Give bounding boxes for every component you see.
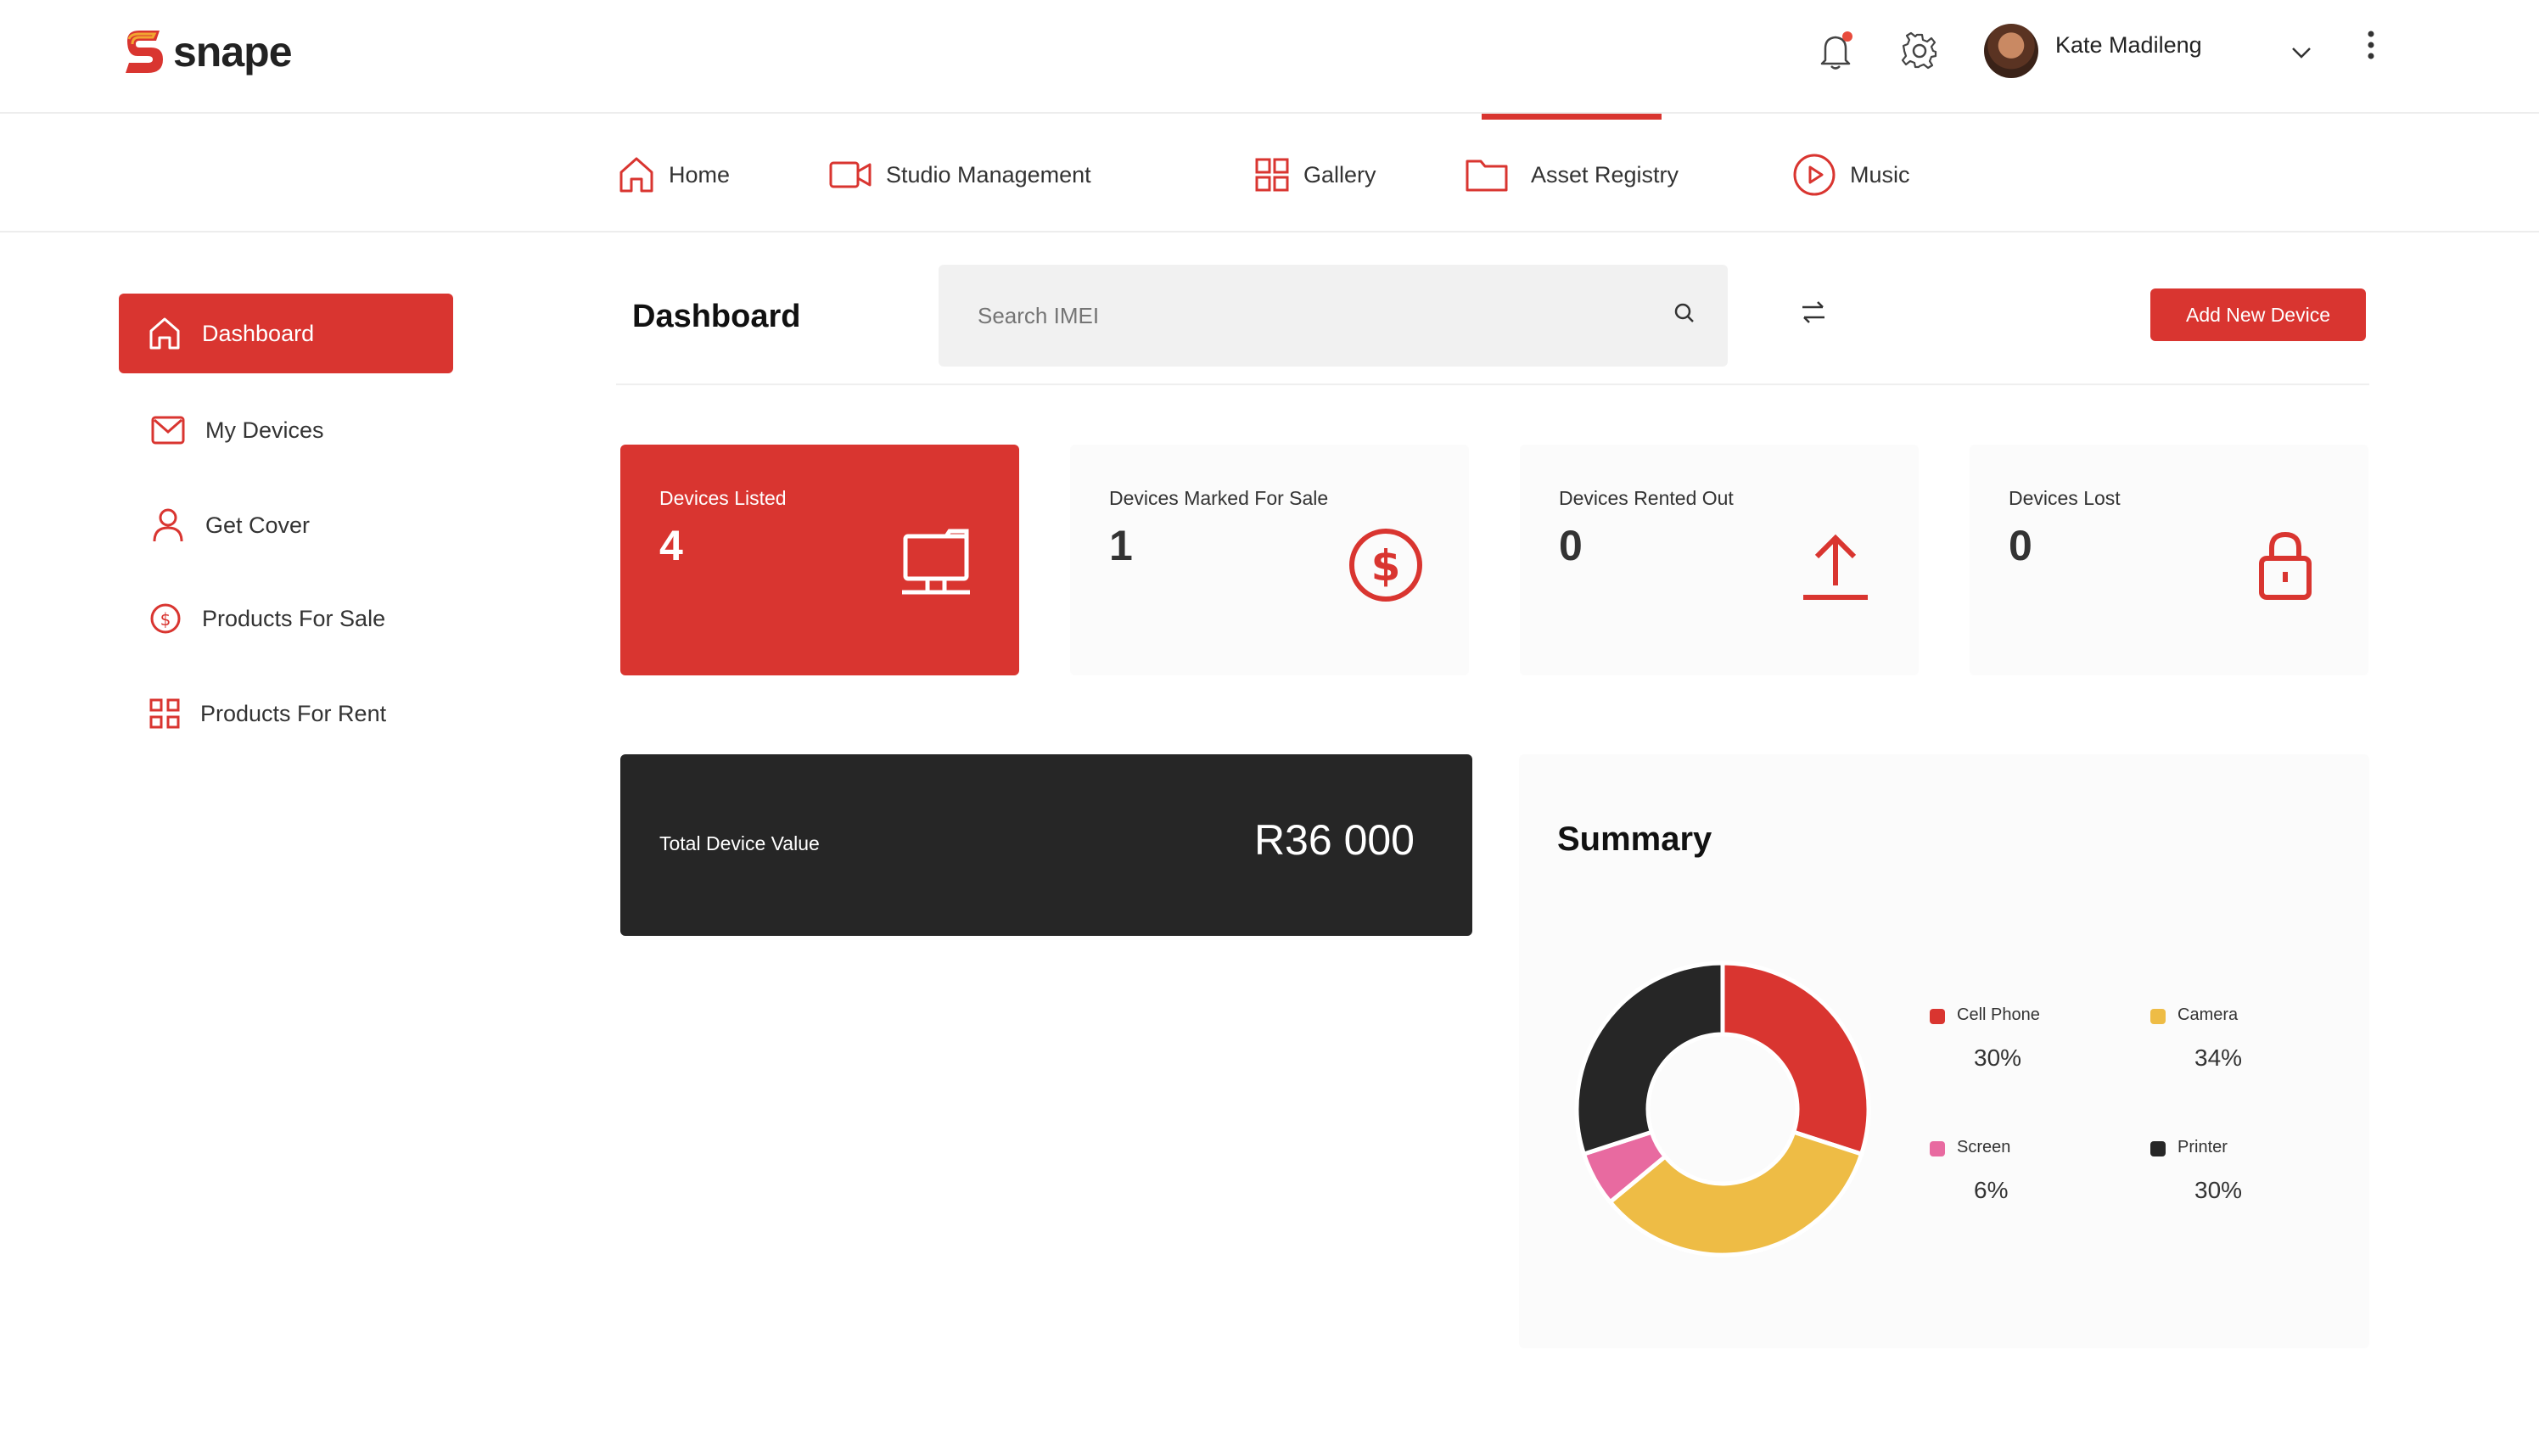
brand-name: snape: [173, 28, 293, 76]
legend-name: Camera: [2177, 1005, 2239, 1024]
home-icon: [149, 317, 180, 350]
legend-swatch: [2150, 1141, 2166, 1156]
legend-percent: 6%: [1974, 1177, 2009, 1203]
user-icon: [153, 508, 183, 542]
stat-value: 4: [659, 522, 683, 569]
legend-item-cell-phone: Cell Phone 30%: [1930, 1004, 2099, 1089]
stat-card-devices-lost[interactable]: Devices Lost 0: [1970, 445, 2368, 675]
logo-mark-icon: [126, 31, 163, 73]
nav-label: Home: [669, 161, 731, 188]
divider: [616, 384, 2369, 385]
total-value: R36 000: [1253, 816, 1415, 864]
sidebar-item-get-cover[interactable]: Get Cover: [119, 485, 453, 565]
stat-card-devices-listed[interactable]: Devices Listed 4: [620, 445, 1019, 675]
sidebar-item-products-for-rent[interactable]: Products For Rent: [119, 674, 453, 753]
stat-label: Devices Lost: [2009, 487, 2121, 509]
legend-percent: 30%: [2194, 1177, 2243, 1203]
svg-text:$: $: [1371, 541, 1401, 591]
legend-item-printer: Printer 30%: [2150, 1136, 2320, 1221]
stat-label: Devices Listed: [659, 487, 787, 509]
legend-item-screen: Screen 6%: [1930, 1136, 2099, 1221]
donut-slice-printer: [1574, 960, 1725, 1157]
app-page: snape Kate Madileng Home Studio Manageme…: [0, 0, 2539, 1456]
nav-label: Music: [1850, 161, 1910, 188]
donut-chart: [1574, 960, 1871, 1257]
kebab-menu-icon[interactable]: [2356, 27, 2386, 64]
top-bar: snape Kate Madileng: [0, 0, 2539, 114]
page-title: Dashboard: [632, 299, 801, 334]
legend-item-camera: Camera 34%: [2150, 1004, 2320, 1089]
legend-percent: 30%: [1974, 1044, 2022, 1071]
nav-label: Gallery: [1303, 161, 1376, 188]
sidebar-item-label: Products For Rent: [200, 700, 387, 726]
legend-swatch: [1930, 1141, 1945, 1156]
laptop-icon: [902, 529, 970, 595]
add-new-device-button[interactable]: Add New Device: [2150, 288, 2366, 341]
legend-percent: 34%: [2194, 1044, 2243, 1071]
stat-value: 0: [1559, 522, 1583, 569]
stat-value: 0: [2009, 522, 2032, 569]
sidebar-item-label: My Devices: [205, 417, 324, 443]
lock-icon: [2259, 531, 2312, 600]
legend-name: Screen: [1957, 1138, 2011, 1156]
stat-value: 1: [1109, 522, 1133, 569]
total-label: Total Device Value: [659, 832, 820, 854]
sidebar-item-label: Dashboard: [202, 320, 315, 346]
legend-swatch: [1930, 1009, 1945, 1024]
stat-label: Devices Rented Out: [1559, 487, 1734, 509]
sidebar-item-label: Products For Sale: [202, 605, 386, 631]
home-icon: [619, 157, 653, 193]
sidebar-item-my-devices[interactable]: My Devices: [119, 390, 453, 470]
nav-item-asset-registry[interactable]: Asset Registry: [1465, 148, 1679, 202]
swap-icon[interactable]: [1794, 294, 1833, 333]
nav-label: Asset Registry: [1531, 161, 1679, 188]
stat-card-devices-rented-out[interactable]: Devices Rented Out 0: [1520, 445, 1919, 675]
summary-title: Summary: [1557, 820, 1712, 858]
legend-name: Printer: [2177, 1138, 2228, 1156]
grid-icon: [1255, 158, 1289, 192]
upload-arrow-icon: [1803, 534, 1868, 600]
nav-item-studio-management[interactable]: Studio Management: [828, 148, 1091, 202]
stat-label: Devices Marked For Sale: [1109, 487, 1329, 509]
sidebar-item-products-for-sale[interactable]: $ Products For Sale: [119, 579, 453, 658]
legend-name: Cell Phone: [1957, 1005, 2040, 1024]
gear-icon: [1901, 31, 1937, 70]
main-nav: Home Studio Management Gallery Asset Reg…: [0, 114, 2539, 232]
folder-icon: [1466, 160, 1508, 192]
legend-swatch: [2150, 1009, 2166, 1024]
chevron-down-icon[interactable]: [2284, 36, 2318, 70]
sidebar-item-dashboard[interactable]: Dashboard: [119, 294, 453, 373]
grid-icon: [149, 698, 180, 729]
donut-slice-cell-phone: [1720, 960, 1871, 1157]
play-circle-icon: [1793, 154, 1836, 196]
avatar[interactable]: [1984, 24, 2038, 78]
search-icon[interactable]: [1672, 300, 1697, 326]
dollar-circle-icon: $: [150, 603, 181, 634]
nav-active-indicator: [1482, 114, 1662, 120]
video-camera-icon: [829, 161, 872, 188]
stat-card-devices-for-sale[interactable]: Devices Marked For Sale 1 $: [1070, 445, 1469, 675]
user-name[interactable]: Kate Madileng: [2055, 32, 2202, 59]
search-bar: [939, 265, 1728, 367]
nav-item-music[interactable]: Music: [1792, 148, 1910, 202]
dollar-circle-icon: $: [1349, 529, 1422, 602]
svg-text:$: $: [160, 609, 171, 630]
logo[interactable]: snape: [121, 24, 293, 80]
mail-icon: [151, 416, 185, 445]
settings-button[interactable]: [1894, 25, 1945, 76]
nav-item-home[interactable]: Home: [618, 148, 730, 202]
search-input[interactable]: [978, 299, 1639, 333]
nav-label: Studio Management: [886, 161, 1091, 188]
nav-item-gallery[interactable]: Gallery: [1254, 148, 1376, 202]
bell-icon: [1820, 31, 1852, 70]
notifications-button[interactable]: [1811, 25, 1862, 76]
summary-card: Summary Cell Phone 30% Camera 34% Screen…: [1519, 754, 2369, 1348]
total-device-value-card: Total Device Value R36 000: [620, 754, 1472, 936]
sidebar-item-label: Get Cover: [205, 512, 311, 538]
